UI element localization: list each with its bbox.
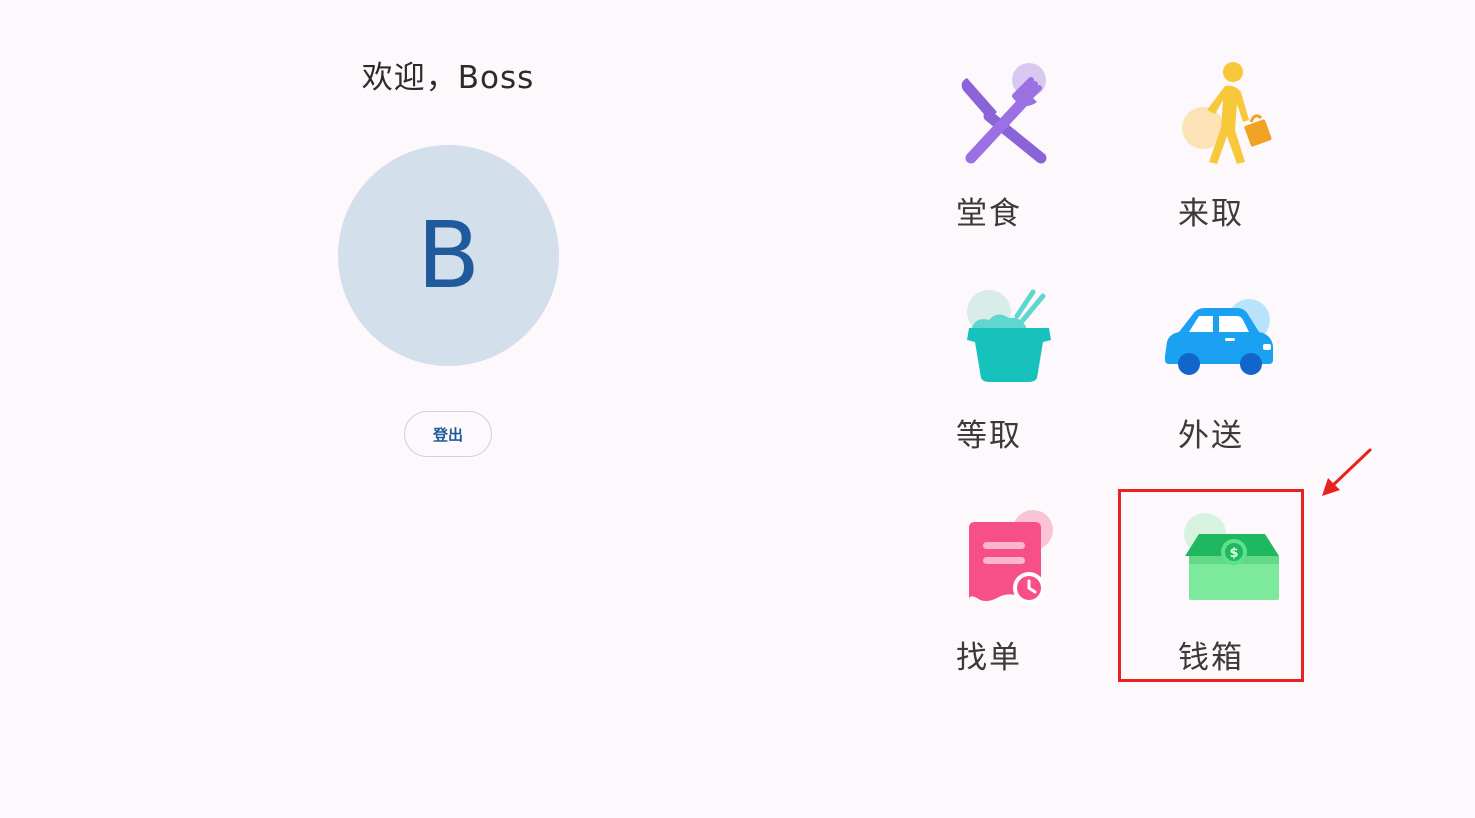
tile-pickup[interactable]: 来取 bbox=[1121, 60, 1301, 250]
car-icon bbox=[1165, 299, 1273, 375]
fork-knife-icon bbox=[961, 63, 1047, 164]
tile-label: 找单 bbox=[956, 640, 1022, 676]
tile-wait-pickup[interactable]: 等取 bbox=[899, 282, 1079, 472]
tile-find-order[interactable]: 找单 bbox=[899, 504, 1079, 694]
rice-bowl-chopsticks-icon bbox=[967, 289, 1051, 382]
tile-label: 等取 bbox=[956, 418, 1022, 454]
avatar-letter: B bbox=[416, 201, 481, 309]
tile-label: 来取 bbox=[1178, 196, 1244, 232]
tile-label: 外送 bbox=[1178, 418, 1244, 454]
tile-label: 堂食 bbox=[956, 196, 1022, 232]
receipt-clock-icon bbox=[969, 510, 1053, 604]
avatar: B bbox=[338, 145, 559, 366]
tile-label: 钱箱 bbox=[1178, 640, 1244, 676]
annotation-arrow-icon bbox=[1322, 448, 1372, 496]
svg-text:$: $ bbox=[1229, 546, 1238, 561]
walking-person-bag-icon bbox=[1182, 62, 1272, 164]
pos-home-screen: 欢迎，Boss B 登出 堂食 来取 等取 外送 找单 $ 钱箱 bbox=[0, 0, 1475, 818]
welcome-text: 欢迎，Boss bbox=[361, 60, 535, 96]
cash-drawer-icon: $ bbox=[1184, 513, 1279, 600]
logout-button[interactable]: 登出 bbox=[404, 411, 492, 457]
tile-delivery[interactable]: 外送 bbox=[1121, 282, 1301, 472]
tile-cash-drawer[interactable]: $ 钱箱 bbox=[1121, 504, 1301, 694]
tile-dine-in[interactable]: 堂食 bbox=[899, 60, 1079, 250]
